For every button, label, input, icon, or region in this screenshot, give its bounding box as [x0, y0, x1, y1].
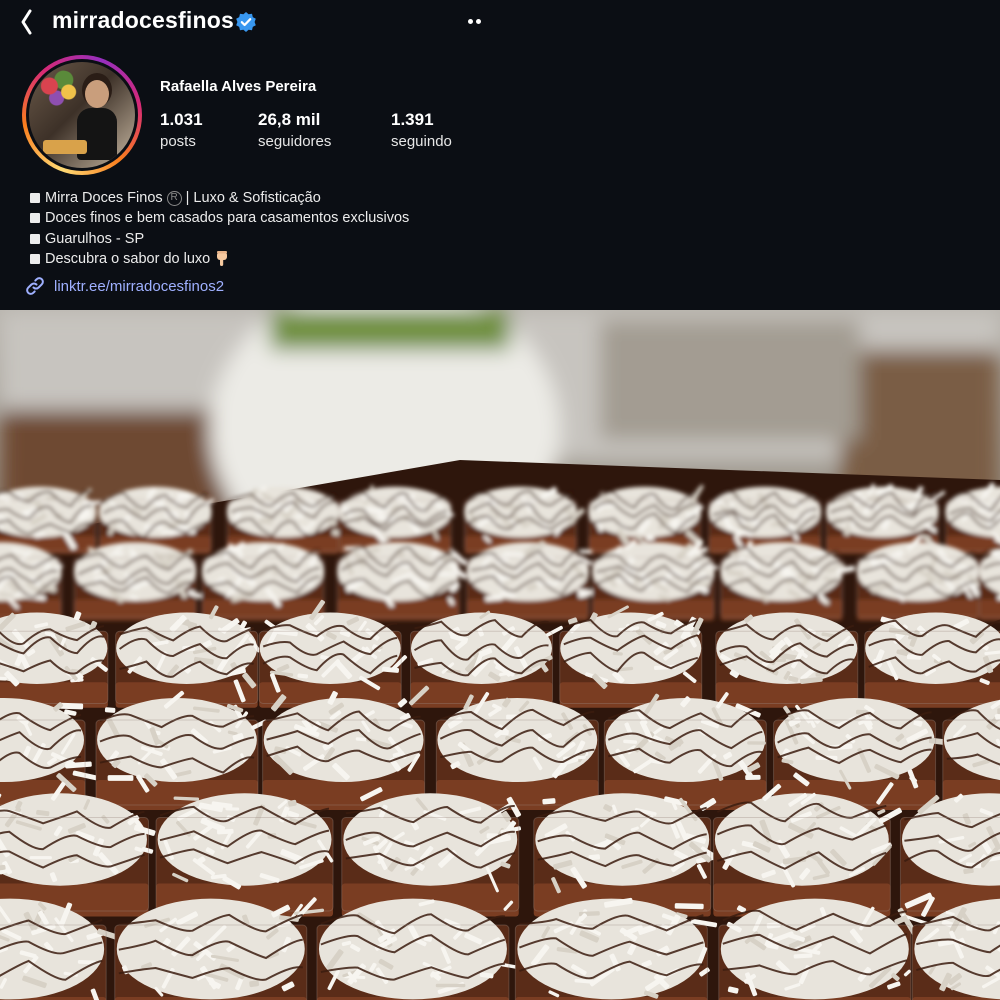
- bio-line: Guarulhos - SP: [30, 229, 500, 249]
- following-count: 1.391: [391, 110, 434, 129]
- followers-count: 26,8 mil: [258, 110, 321, 129]
- dessert-cup: [719, 540, 856, 621]
- avatar-flowers: [35, 70, 83, 110]
- avatar-story-ring[interactable]: [22, 55, 142, 175]
- dessert-cup: [201, 541, 325, 621]
- pointing-down-hand-icon: [217, 251, 228, 267]
- posts-label: posts: [160, 133, 196, 150]
- profile-username: mirradocesfinos: [52, 7, 234, 33]
- bio-text: Doces finos e bem casados para casamento…: [45, 210, 410, 227]
- chevron-left-icon: [21, 9, 32, 35]
- dessert-cup: [591, 538, 719, 621]
- bio-link-text: linktr.ee/mirradocesfinos2: [54, 277, 225, 295]
- more-dots-icon: [476, 19, 481, 24]
- bio-link[interactable]: linktr.ee/mirradocesfinos2: [24, 274, 224, 298]
- dessert-cup: [715, 612, 859, 708]
- bio-text: Descubra o sabor do luxo: [45, 251, 211, 268]
- dessert-photo-image: [0, 310, 1000, 1000]
- back-button[interactable]: [16, 8, 38, 36]
- dessert-cup: [864, 612, 1000, 708]
- profile-header: mirradocesfinos Rafaella Alves Pereira 1…: [0, 0, 1000, 310]
- dessert-cup: [0, 611, 109, 708]
- profile-full-name: Rafaella Alves Pereira: [160, 78, 317, 95]
- following-label: seguindo: [391, 133, 452, 150]
- dessert-cup: [73, 542, 202, 621]
- square-bullet-icon: [30, 254, 40, 265]
- registered-icon: R: [166, 190, 182, 206]
- dessert-cup: [336, 542, 468, 621]
- square-bullet-icon: [30, 193, 40, 204]
- dessert-cup: [533, 793, 719, 917]
- posts-count: 1.031: [160, 110, 203, 129]
- bio-tagline: | Luxo & Sofisticação: [185, 190, 321, 207]
- bio-line: Doces finos e bem casados para casamento…: [30, 208, 500, 228]
- followers-label: seguidores: [258, 133, 332, 150]
- followers-stat[interactable]: 26,8 mil seguidores: [258, 110, 331, 150]
- avatar-tray: [43, 140, 87, 154]
- dessert-cup: [911, 896, 1000, 1000]
- following-stat[interactable]: 1.391 seguindo: [391, 110, 452, 150]
- verified-badge-icon: [236, 12, 256, 32]
- bio-location: Guarulhos - SP: [45, 230, 145, 247]
- posts-stat[interactable]: 1.031 posts: [160, 110, 203, 150]
- square-bullet-icon: [30, 233, 40, 244]
- bio-brand: Mirra Doces Finos: [45, 190, 163, 207]
- bio-line: Mirra Doces Finos R | Luxo & Sofisticaçã…: [30, 188, 500, 208]
- bio-line: Descubra o sabor do luxo: [30, 249, 500, 269]
- more-dots-icon: [468, 19, 473, 24]
- link-icon: [26, 277, 44, 295]
- post-photo[interactable]: [0, 310, 1000, 1000]
- dessert-cup: [155, 793, 334, 917]
- avatar: [29, 62, 135, 168]
- top-bar: mirradocesfinos: [0, 0, 500, 46]
- square-bullet-icon: [30, 213, 40, 224]
- profile-bio: Mirra Doces Finos R | Luxo & Sofisticaçã…: [30, 188, 500, 269]
- more-options-button[interactable]: [462, 12, 488, 32]
